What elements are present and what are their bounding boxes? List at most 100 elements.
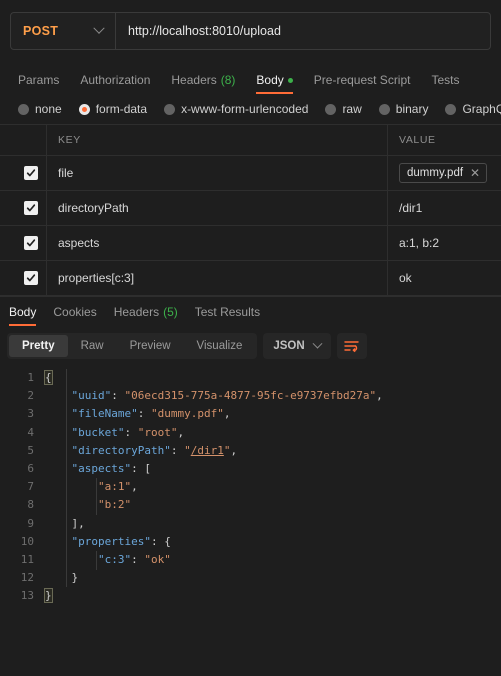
code-line: 9 ], <box>0 515 501 533</box>
radio-none[interactable]: none <box>18 102 62 116</box>
http-method-select[interactable]: POST <box>11 13 116 49</box>
line-number: 12 <box>20 571 34 585</box>
response-tab-body[interactable]: Body <box>9 305 37 326</box>
tab-label: Headers <box>113 305 160 319</box>
tab-body[interactable]: Body <box>256 73 294 94</box>
view-mode-raw[interactable]: Raw <box>68 335 117 357</box>
row-checkbox[interactable] <box>24 201 38 215</box>
code-text: "aspects": [ <box>71 461 151 475</box>
close-icon[interactable]: ✕ <box>470 167 480 179</box>
row-value[interactable]: a:1, b:2 <box>388 226 501 260</box>
line-number: 8 <box>27 498 34 512</box>
row-checkbox-cell <box>0 261 47 295</box>
code-text: "properties": { <box>71 534 171 548</box>
radio-x-www-form-urlencoded[interactable]: x-www-form-urlencoded <box>164 102 308 116</box>
code-text: { <box>44 370 53 385</box>
response-tabs: Body Cookies Headers (5) Test Results <box>0 296 501 326</box>
line-number: 11 <box>20 552 34 566</box>
tab-label: Pre-request Script <box>313 73 411 87</box>
code-text: } <box>71 571 79 585</box>
radio-form-data[interactable]: form-data <box>78 102 148 116</box>
row-checkbox[interactable] <box>24 166 38 180</box>
tab-label: Authorization <box>80 73 151 87</box>
row-key[interactable]: properties[c:3] <box>47 261 388 295</box>
row-checkbox-cell <box>0 191 47 225</box>
code-text: "uuid": "06ecd315-775a-4877-95fc-e9737ef… <box>71 389 383 403</box>
radio-circle-icon <box>18 103 29 115</box>
chevron-down-icon <box>93 22 105 34</box>
line-number: 7 <box>27 480 34 494</box>
line-number: 3 <box>27 407 34 421</box>
code-line: 1{ <box>0 369 501 387</box>
tab-label: Tests <box>431 73 460 87</box>
row-key[interactable]: directoryPath <box>47 191 388 225</box>
view-mode-pretty[interactable]: Pretty <box>9 335 68 357</box>
radio-label: form-data <box>95 102 148 116</box>
header-checkbox-cell <box>0 125 47 155</box>
radio-circle-icon <box>78 103 90 115</box>
row-checkbox[interactable] <box>24 271 38 285</box>
line-number: 1 <box>27 371 34 384</box>
tab-label: Params <box>18 73 60 87</box>
code-line: 6 "aspects": [ <box>0 460 501 478</box>
radio-binary[interactable]: binary <box>378 102 429 116</box>
json-properties-c3: ok <box>150 552 165 566</box>
row-checkbox-cell <box>0 156 47 190</box>
form-data-table: KEY VALUE file dummy.pdf ✕ directoryPath… <box>0 124 501 296</box>
body-type-radio-group: none form-data x-www-form-urlencoded raw… <box>0 94 501 124</box>
row-checkbox[interactable] <box>24 236 38 250</box>
code-line: 7 "a:1", <box>0 478 501 496</box>
url-input[interactable]: http://localhost:8010/upload <box>116 13 490 49</box>
http-method-label: POST <box>23 24 59 38</box>
row-checkbox-cell <box>0 226 47 260</box>
radio-graphql[interactable]: GraphQL <box>445 102 501 116</box>
check-icon <box>26 204 36 212</box>
tab-tests[interactable]: Tests <box>431 73 459 94</box>
view-mode-preview[interactable]: Preview <box>117 335 184 357</box>
file-chip[interactable]: dummy.pdf ✕ <box>399 163 488 183</box>
code-text: ], <box>71 516 85 530</box>
radio-circle-icon <box>325 103 337 115</box>
radio-circle-icon <box>445 103 457 115</box>
response-tab-cookies[interactable]: Cookies <box>53 305 96 326</box>
request-tabs: Params Authorization Headers (8) Body Pre… <box>0 62 501 94</box>
table-row: aspects a:1, b:2 <box>0 226 501 261</box>
tab-headers[interactable]: Headers (8) <box>171 73 235 94</box>
code-line: 12 } <box>0 569 501 587</box>
tab-label: Headers <box>171 73 217 87</box>
row-key[interactable]: file <box>47 156 388 190</box>
view-mode-group: Pretty Raw Preview Visualize <box>7 333 258 359</box>
check-icon <box>26 274 36 282</box>
code-line: 11 "c:3": "ok" <box>0 551 501 569</box>
tab-pre-request-script[interactable]: Pre-request Script <box>314 73 411 94</box>
line-number: 2 <box>27 389 34 403</box>
code-line: 13} <box>0 587 501 605</box>
view-mode-visualize[interactable]: Visualize <box>184 335 256 357</box>
file-name: dummy.pdf <box>407 167 464 179</box>
json-directorypath-value[interactable]: /dir1 <box>191 444 224 457</box>
line-number: 13 <box>20 589 34 603</box>
tab-authorization[interactable]: Authorization <box>80 73 150 94</box>
code-text: "a:1", <box>97 480 138 494</box>
table-row: file dummy.pdf ✕ <box>0 156 501 191</box>
format-select[interactable]: JSON <box>263 333 331 359</box>
line-number: 5 <box>27 443 34 457</box>
line-number: 10 <box>20 534 34 548</box>
row-value[interactable]: ok <box>388 261 501 295</box>
radio-label: binary <box>395 102 429 116</box>
response-toolbar: Pretty Raw Preview Visualize JSON <box>0 326 501 366</box>
radio-raw[interactable]: raw <box>325 102 362 116</box>
row-value[interactable]: /dir1 <box>388 191 501 225</box>
body-modified-dot-icon <box>287 77 293 83</box>
code-line: 3 "fileName": "dummy.pdf", <box>0 405 501 423</box>
row-value[interactable]: dummy.pdf ✕ <box>388 156 501 190</box>
tab-params[interactable]: Params <box>18 73 59 94</box>
response-body-viewer[interactable]: 1{ 2 "uuid": "06ecd315-775a-4877-95fc-e9… <box>0 366 501 644</box>
response-tab-test-results[interactable]: Test Results <box>195 305 260 326</box>
row-key[interactable]: aspects <box>47 226 388 260</box>
response-tab-headers[interactable]: Headers (5) <box>114 305 178 326</box>
code-text: "b:2" <box>97 498 132 512</box>
wrap-lines-button[interactable] <box>336 333 367 359</box>
code-line: 4 "bucket": "root", <box>0 424 501 442</box>
radio-label: GraphQL <box>462 102 501 116</box>
